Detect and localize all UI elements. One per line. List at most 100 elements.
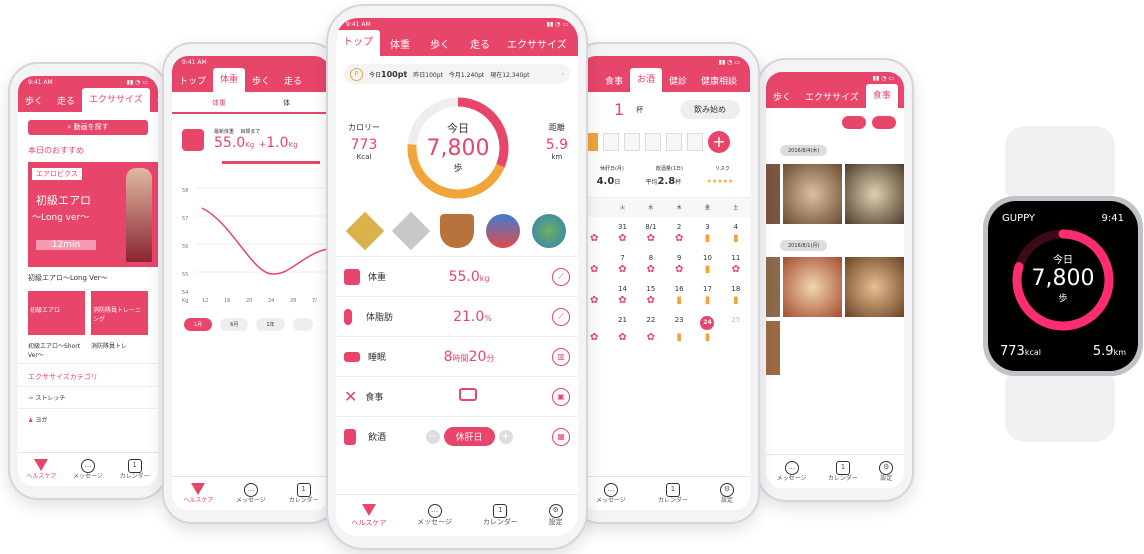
nav-healthcare[interactable]: ヘルスケア xyxy=(183,482,213,504)
apple-watch: GUPPY 9:41 今日 7,800 歩 773kcal 5.9km xyxy=(977,126,1143,442)
x-tick: 20 xyxy=(246,298,252,304)
start-drinking-button[interactable]: 飲み始め xyxy=(680,100,740,119)
nav-settings[interactable]: ⚙ 設定 xyxy=(879,460,894,482)
nav-calendar[interactable]: 1 カレンダー xyxy=(483,504,518,526)
camera-button[interactable] xyxy=(872,116,896,129)
nav-calendar[interactable]: 1 カレンダー xyxy=(658,482,688,504)
calorie-label: カロリー xyxy=(348,123,380,132)
today-marker[interactable]: 24 xyxy=(700,316,715,330)
weight-row[interactable]: 体重 55.0kg ⟋ xyxy=(336,256,578,296)
gold-badge-icon[interactable] xyxy=(345,211,385,251)
bottom-nav: ヘルスケア … メッセージ 1 カレンダー xyxy=(172,476,330,510)
nav-message[interactable]: … メッセージ xyxy=(596,482,626,504)
gallery-button[interactable] xyxy=(842,116,866,129)
tab-drink[interactable]: お酒 xyxy=(630,68,663,92)
tab-walk[interactable]: 歩く xyxy=(245,74,277,87)
plus-button[interactable]: + xyxy=(498,429,513,444)
hero-caption: 初級エアロ～Long Ver～ xyxy=(28,274,108,282)
tab-run[interactable]: 走る xyxy=(460,36,500,51)
bronze-badge-icon[interactable] xyxy=(440,214,474,248)
tab-weight[interactable]: 体重 xyxy=(213,68,246,92)
bodyfat-row[interactable]: 体脂肪 21.0% ⟋ xyxy=(336,296,578,336)
tab-run[interactable]: 走る xyxy=(277,74,309,87)
mountain-badge-icon[interactable] xyxy=(486,214,520,248)
tab-meal[interactable]: 食 xyxy=(150,94,158,107)
activity-summary: カロリー 773 Kcal 今日 7,800 歩 距離 5.9 km xyxy=(336,92,578,210)
meal-photo[interactable] xyxy=(844,164,904,224)
tab-top[interactable]: トップ xyxy=(336,30,380,56)
watch-distance: 5.9 xyxy=(1092,344,1114,359)
period-6m[interactable]: 6月 xyxy=(220,318,249,331)
glass-empty[interactable] xyxy=(687,133,703,151)
period-all[interactable] xyxy=(292,318,313,331)
points-bar[interactable]: P 今日100pt 昨日100pt 今月1,240pt 現在12,340pt › xyxy=(344,64,570,84)
meal-row[interactable]: ✕ 食事 ▣ xyxy=(336,376,578,416)
tab-exercise[interactable]: エクササイズ xyxy=(500,36,574,51)
category-item[interactable]: ♟ ヨガ xyxy=(18,408,158,430)
tab-checkup[interactable]: 健診 xyxy=(662,74,694,87)
nav-settings[interactable]: ⚙ 設定 xyxy=(548,504,563,526)
meal-photo[interactable] xyxy=(782,257,842,317)
glass-empty[interactable] xyxy=(603,133,619,151)
glass-empty[interactable] xyxy=(666,133,682,151)
meal-photo[interactable] xyxy=(766,321,780,375)
minus-button[interactable]: − xyxy=(425,429,440,444)
nav-message[interactable]: … メッセージ xyxy=(236,482,266,504)
nav-settings[interactable]: ⚙ 設定 xyxy=(719,482,734,504)
nav-calendar[interactable]: 1 カレンダー xyxy=(120,458,150,480)
status-bar: ▮▮ ◔ ▭ xyxy=(766,72,904,84)
weight-value: 55.0 xyxy=(448,268,480,285)
subtab-weight[interactable]: 体重 xyxy=(212,98,226,108)
tab-exercise[interactable]: エクササイズ xyxy=(798,90,866,103)
glass-empty[interactable] xyxy=(645,133,661,151)
x-tick: 16 xyxy=(224,298,230,304)
tab-bar: トップ 体重 歩く 走る エクササイズ xyxy=(336,30,578,56)
nav-calendar[interactable]: 1 カレンダー xyxy=(828,460,858,482)
period-1y[interactable]: 1年 xyxy=(256,318,285,331)
camera-icon[interactable] xyxy=(458,388,477,401)
bar-chart-icon[interactable]: ▥ xyxy=(552,347,570,366)
status-bar: 9:41 AM ▮▮ ◔ ▭ xyxy=(336,18,578,30)
tab-walk[interactable]: 歩く xyxy=(766,90,798,103)
graph-icon[interactable]: ⟋ xyxy=(552,267,570,286)
tab-run[interactable]: 走る xyxy=(50,94,82,107)
nav-message[interactable]: … メッセージ xyxy=(417,504,452,526)
video-thumb[interactable]: 消防隊員トレーニング xyxy=(91,291,148,335)
graph-icon[interactable]: ⟋ xyxy=(552,307,570,326)
search-video-button[interactable]: ⌕ 動画を探す xyxy=(28,120,148,135)
silver-badge-icon[interactable] xyxy=(391,211,431,251)
nav-calendar[interactable]: 1 カレンダー xyxy=(289,482,319,504)
subtab-bodyfat[interactable]: 体 xyxy=(283,98,290,108)
tab-weight[interactable]: 体重 xyxy=(380,36,420,51)
drink-row[interactable]: 飲酒 − 休肝日 + ▦ xyxy=(336,416,578,456)
period-1m[interactable]: 1月 xyxy=(184,318,213,331)
tab-walk[interactable]: 歩く xyxy=(18,94,50,107)
meal-photo[interactable] xyxy=(782,164,842,224)
nav-healthcare[interactable]: ヘルスケア xyxy=(351,504,386,527)
tab-exercise[interactable]: エクササイズ xyxy=(82,88,150,112)
category-item[interactable]: ♒ ストレッチ xyxy=(18,386,158,408)
nav-message[interactable]: … メッセージ xyxy=(777,460,807,482)
meal-photo[interactable] xyxy=(766,164,780,224)
range-slider[interactable] xyxy=(222,161,320,164)
nav-message[interactable]: … メッセージ xyxy=(73,458,103,480)
sleep-row[interactable]: 睡眠 8時間20分 ▥ xyxy=(336,336,578,376)
meal-photo[interactable] xyxy=(844,257,904,317)
photo-icon[interactable]: ▣ xyxy=(552,387,570,406)
meal-photo[interactable] xyxy=(766,257,780,317)
tab-meal[interactable]: 食事 xyxy=(865,84,898,108)
tab-top[interactable]: トップ xyxy=(172,74,213,87)
tab-consult[interactable]: 健康相談 xyxy=(694,74,744,87)
video-thumb[interactable]: 初級エアロ xyxy=(28,291,85,335)
tab-meal[interactable]: 食事 xyxy=(598,74,630,87)
add-drink-button[interactable]: + xyxy=(708,131,730,153)
globe-badge-icon[interactable] xyxy=(532,214,566,248)
glass-empty[interactable] xyxy=(624,133,640,151)
tab-walk[interactable]: 歩く xyxy=(420,36,460,51)
liver-rest-button[interactable]: 休肝日 xyxy=(443,427,495,446)
status-bar: 9:41 AM ▮▮ ◔ ▭ xyxy=(18,76,158,88)
distance-value: 5.9 xyxy=(545,137,568,153)
calendar-icon[interactable]: ▦ xyxy=(552,427,570,446)
hero-video-card[interactable]: エアロビクス 初級エアロ ～Long ver～ 12min xyxy=(28,162,158,267)
nav-healthcare[interactable]: ヘルスケア xyxy=(26,458,56,480)
